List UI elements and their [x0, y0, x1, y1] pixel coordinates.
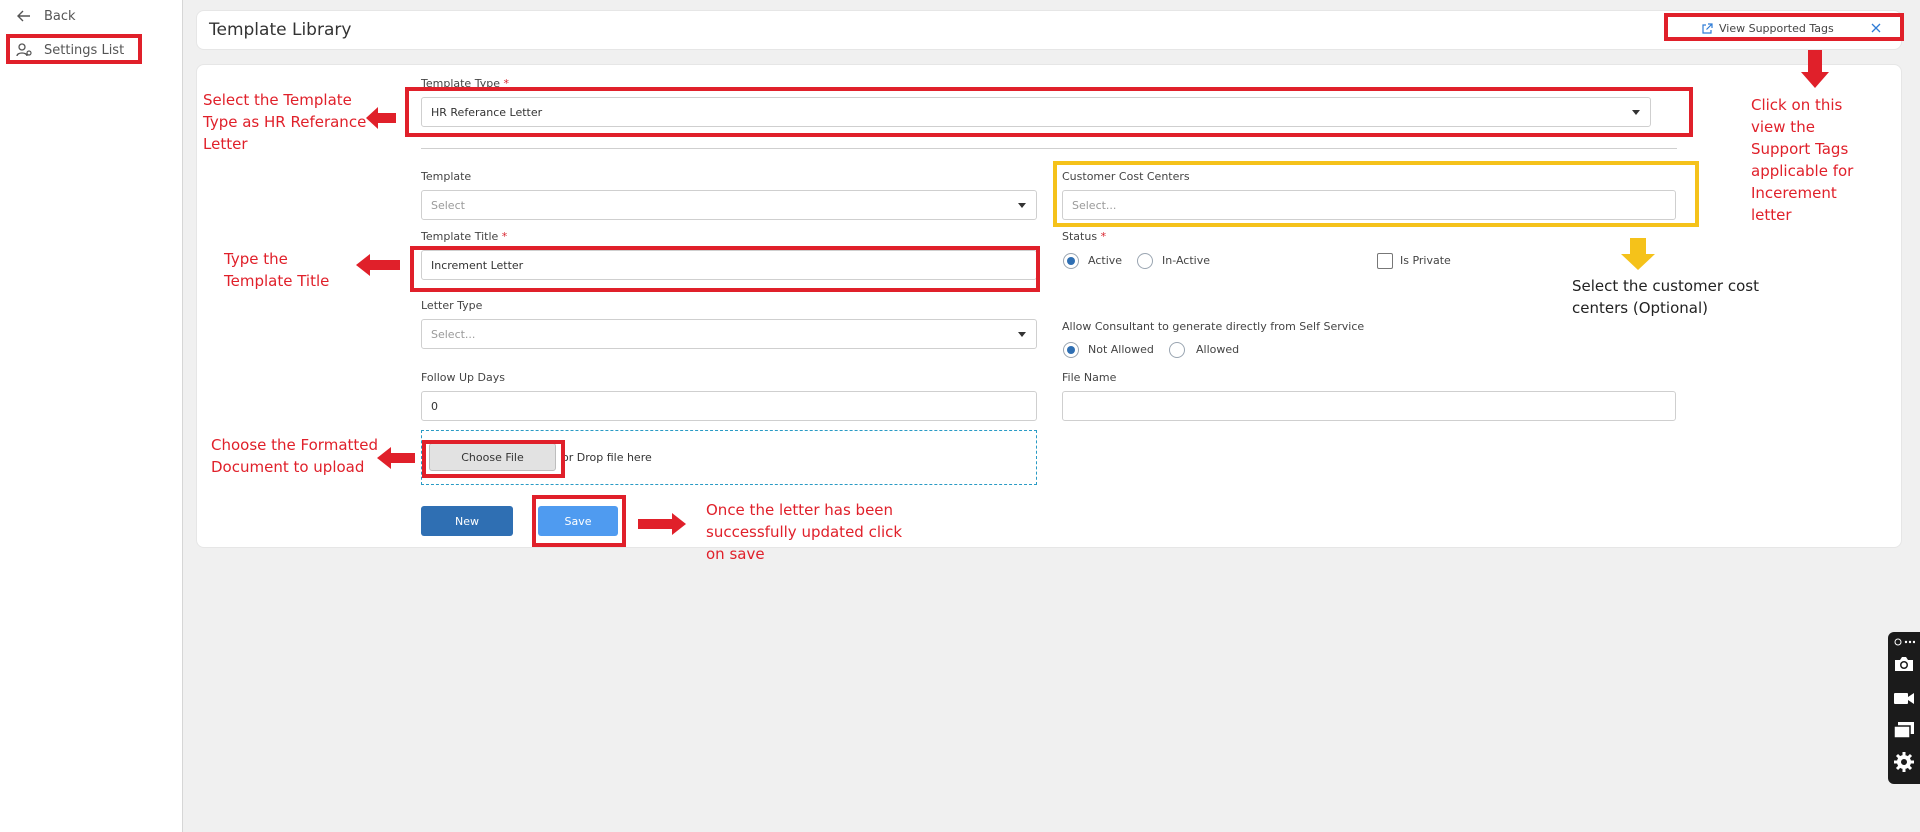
note-view-tags: Click on this view the Support Tags appl…	[1751, 96, 1854, 224]
highlight-template-type	[405, 87, 1693, 137]
page-title: Template Library	[209, 20, 352, 40]
highlight-settings-list	[6, 34, 142, 64]
floating-toolbar	[1888, 632, 1920, 784]
gear-icon[interactable]	[1892, 750, 1916, 774]
camera-icon[interactable]	[1892, 652, 1916, 676]
back-link[interactable]: Back	[14, 6, 76, 26]
sidebar: Back Settings List	[0, 0, 183, 832]
is-private-label: Is Private	[1400, 254, 1451, 267]
new-button[interactable]: New	[421, 506, 513, 536]
arrow-left-icon	[366, 107, 396, 129]
divider	[421, 148, 1677, 149]
file-name-label: File Name	[1062, 371, 1117, 384]
allow-consultant-label: Allow Consultant to generate directly fr…	[1062, 320, 1365, 333]
status-label: Status *	[1062, 230, 1107, 243]
note-upload: Choose the Formatted Document to upload	[211, 436, 379, 476]
header-card: Template Library View Supported Tags	[196, 10, 1902, 50]
letter-type-label: Letter Type	[421, 299, 483, 312]
arrow-left-icon	[356, 254, 400, 276]
status-inactive-label: In-Active	[1162, 254, 1210, 267]
chevron-down-icon	[1018, 332, 1026, 337]
chevron-down-icon	[1018, 203, 1026, 208]
is-private-checkbox[interactable]	[1377, 253, 1393, 269]
template-title-label: Template Title *	[421, 230, 508, 243]
more-icon[interactable]	[1892, 634, 1916, 650]
status-active-label: Active	[1088, 254, 1123, 267]
highlight-view-tags	[1664, 13, 1904, 41]
template-select[interactable]: Select	[421, 190, 1037, 220]
arrow-left-icon	[377, 447, 415, 469]
note-template-title: Type the Template Title	[224, 250, 330, 290]
note-save: Once the letter has been successfully up…	[706, 501, 903, 563]
allowed-radio[interactable]	[1169, 342, 1185, 358]
highlight-save	[532, 495, 626, 547]
template-label: Template	[421, 170, 472, 183]
not-allowed-label: Not Allowed	[1088, 343, 1154, 356]
not-allowed-radio[interactable]	[1063, 342, 1079, 358]
note-cost-centers: Select the customer cost centers (Option…	[1572, 277, 1759, 317]
note-template-type: Select the Template Type as HR Referance…	[203, 91, 367, 153]
status-active-radio[interactable]	[1063, 253, 1079, 269]
letter-type-select[interactable]: Select...	[421, 319, 1037, 349]
file-name-input[interactable]	[1062, 391, 1676, 421]
follow-up-days-label: Follow Up Days	[421, 371, 505, 384]
arrow-left-icon	[14, 6, 34, 26]
drop-file-text: or Drop file here	[562, 451, 652, 464]
allowed-label: Allowed	[1196, 343, 1240, 356]
arrow-down-icon	[1621, 238, 1655, 270]
highlight-cost-centers	[1053, 161, 1699, 227]
highlight-choose-file	[422, 440, 565, 478]
status-inactive-radio[interactable]	[1137, 253, 1153, 269]
arrow-down-icon	[1801, 50, 1829, 88]
arrow-right-icon	[638, 513, 686, 535]
video-icon[interactable]	[1892, 686, 1916, 710]
back-label: Back	[44, 8, 76, 24]
windows-icon[interactable]	[1892, 718, 1916, 742]
highlight-template-title	[410, 246, 1040, 292]
follow-up-days-input[interactable]: 0	[421, 391, 1037, 421]
